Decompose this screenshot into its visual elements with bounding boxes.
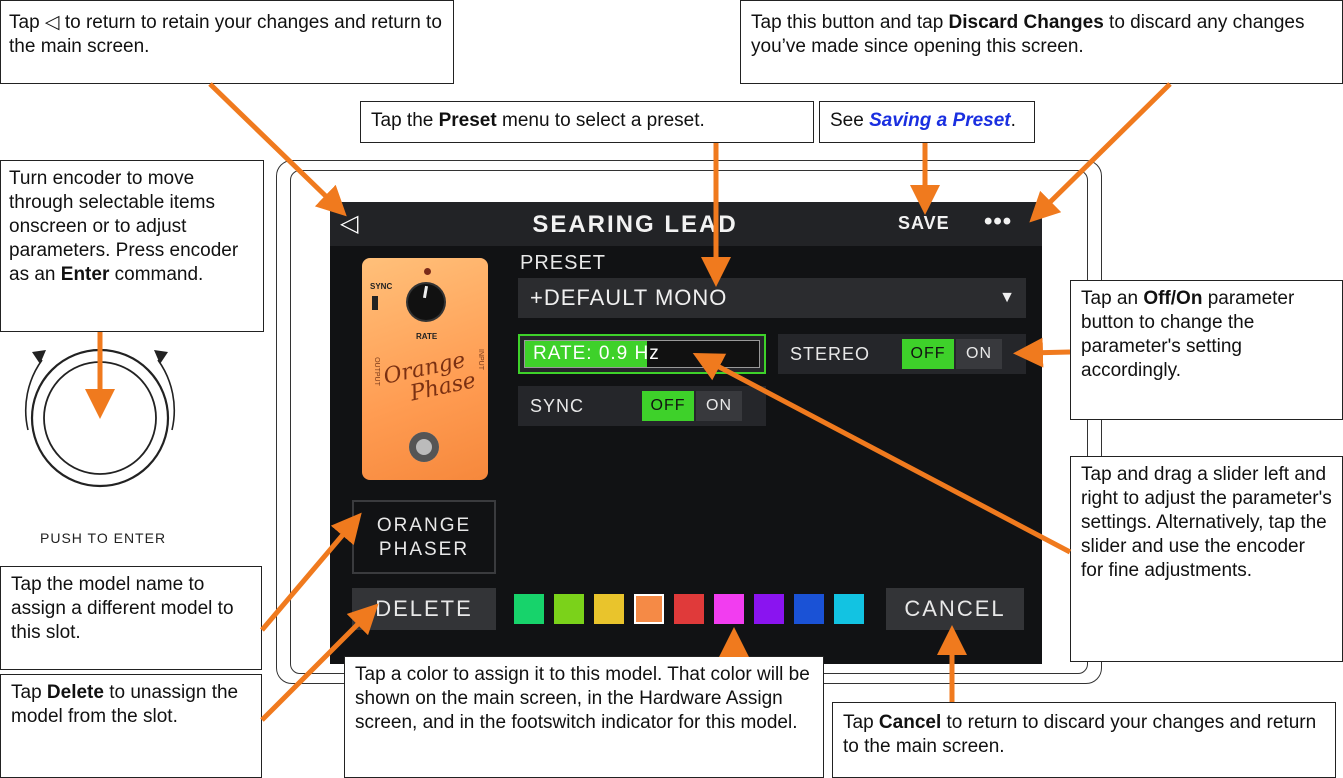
color-swatch[interactable] (794, 594, 824, 624)
color-swatch[interactable] (714, 594, 744, 624)
stereo-on-button[interactable]: ON (956, 339, 1002, 369)
chevron-down-icon: ▼ (999, 289, 1016, 306)
callout-preset: Tap the Preset menu to select a preset. (360, 101, 814, 143)
callout-encoder-post: command. (109, 264, 204, 285)
title-bar: ◁ SEARING LEAD SAVE ••• (330, 202, 1042, 246)
callout-slider-text: Tap and drag a slider left and right to … (1081, 464, 1332, 581)
callout-preset-post: menu to select a preset. (496, 110, 705, 131)
callout-encoder: Turn encoder to move through selectable … (0, 160, 264, 332)
callout-preset-pre: Tap the (371, 110, 439, 131)
model-name-line2: PHASER (378, 539, 470, 560)
callout-back: Tap ◁ to return to retain your changes a… (0, 0, 454, 84)
callout-onoff-pre: Tap an (1081, 288, 1144, 309)
color-swatch[interactable] (834, 594, 864, 624)
delete-button[interactable]: DELETE (352, 588, 496, 630)
save-button[interactable]: SAVE (898, 213, 950, 234)
stereo-control: STEREO OFF ON (778, 334, 1026, 374)
color-swatch[interactable] (554, 594, 584, 624)
preset-value: +DEFAULT MONO (530, 285, 728, 310)
callout-discard-pre: Tap this button and tap (751, 12, 949, 33)
callout-back-post: to return to retain your changes and ret… (9, 12, 442, 57)
color-swatch[interactable] (514, 594, 544, 624)
callout-back-pre: Tap (9, 12, 45, 33)
sync-on-button[interactable]: ON (696, 391, 742, 421)
callout-cancel: Tap Cancel to return to discard your cha… (832, 702, 1336, 778)
pedal-led (424, 268, 431, 275)
cancel-button[interactable]: CANCEL (886, 588, 1024, 630)
callout-delete-pre: Tap (11, 682, 47, 703)
pedal-input-label: INPUT (477, 349, 484, 370)
model-name-line1: ORANGE (376, 515, 472, 536)
saving-a-preset-link[interactable]: Saving a Preset (869, 110, 1011, 131)
sync-label: SYNC (530, 396, 585, 416)
pedal-sync-label: SYNC (370, 282, 393, 291)
callout-delete: Tap Delete to unassign the model from th… (0, 674, 262, 778)
preset-label: PRESET (520, 252, 607, 274)
rate-slider-track: RATE: 0.9 Hz (524, 340, 760, 368)
pedal-logo: Orange Phase (378, 348, 478, 411)
callout-preset-bold: Preset (438, 110, 497, 131)
callout-onoff: Tap an Off/On parameter button to change… (1070, 280, 1343, 420)
callout-save-pre: See (830, 110, 870, 131)
color-swatch[interactable] (634, 594, 664, 624)
callout-model-text: Tap the model name to assign a different… (11, 574, 234, 643)
callout-model: Tap the model name to assign a different… (0, 566, 262, 670)
pedal-sync-switch (372, 296, 378, 310)
color-swatch[interactable] (754, 594, 784, 624)
more-options-icon[interactable]: ••• (984, 208, 1012, 236)
color-swatch[interactable] (594, 594, 624, 624)
stereo-off-button[interactable]: OFF (902, 339, 954, 369)
sync-control: SYNC OFF ON (518, 386, 766, 426)
callout-save-post: . (1010, 110, 1016, 131)
callout-onoff-bold: Off/On (1143, 288, 1203, 309)
encoder-label: PUSH TO ENTER (40, 530, 167, 546)
model-name-button[interactable]: ORANGE PHASER (352, 500, 496, 574)
back-icon: ◁ (44, 12, 60, 33)
rate-slider[interactable]: RATE: 0.9 Hz (518, 334, 766, 374)
pedal-image: SYNC RATE OUTPUT INPUT Orange Phase (362, 258, 488, 480)
back-icon[interactable]: ◁ (340, 210, 364, 238)
preset-title: SEARING LEAD (532, 211, 738, 238)
rate-value: RATE: 0.9 Hz (533, 343, 660, 364)
callout-delete-bold: Delete (46, 682, 104, 703)
callout-discard: Tap this button and tap Discard Changes … (740, 0, 1343, 84)
pedal-rate-label: RATE (416, 332, 438, 341)
color-swatch[interactable] (674, 594, 704, 624)
callout-color: Tap a color to assign it to this model. … (344, 656, 824, 778)
callout-discard-bold: Discard Changes (948, 12, 1104, 33)
callout-cancel-pre: Tap (843, 712, 879, 733)
callout-cancel-bold: Cancel (878, 712, 942, 733)
pedal-footswitch (409, 432, 439, 462)
callout-encoder-bold: Enter (60, 264, 110, 285)
callout-save: See Saving a Preset. (819, 101, 1035, 143)
callout-slider: Tap and drag a slider left and right to … (1070, 456, 1343, 662)
sync-off-button[interactable]: OFF (642, 391, 694, 421)
callout-color-text: Tap a color to assign it to this model. … (355, 664, 810, 733)
edit-screen: ◁ SEARING LEAD SAVE ••• SYNC RATE OUTPUT… (330, 202, 1042, 664)
stereo-label: STEREO (790, 344, 871, 364)
preset-dropdown[interactable]: +DEFAULT MONO ▼ (518, 278, 1026, 318)
pedal-rate-knob (408, 284, 444, 320)
